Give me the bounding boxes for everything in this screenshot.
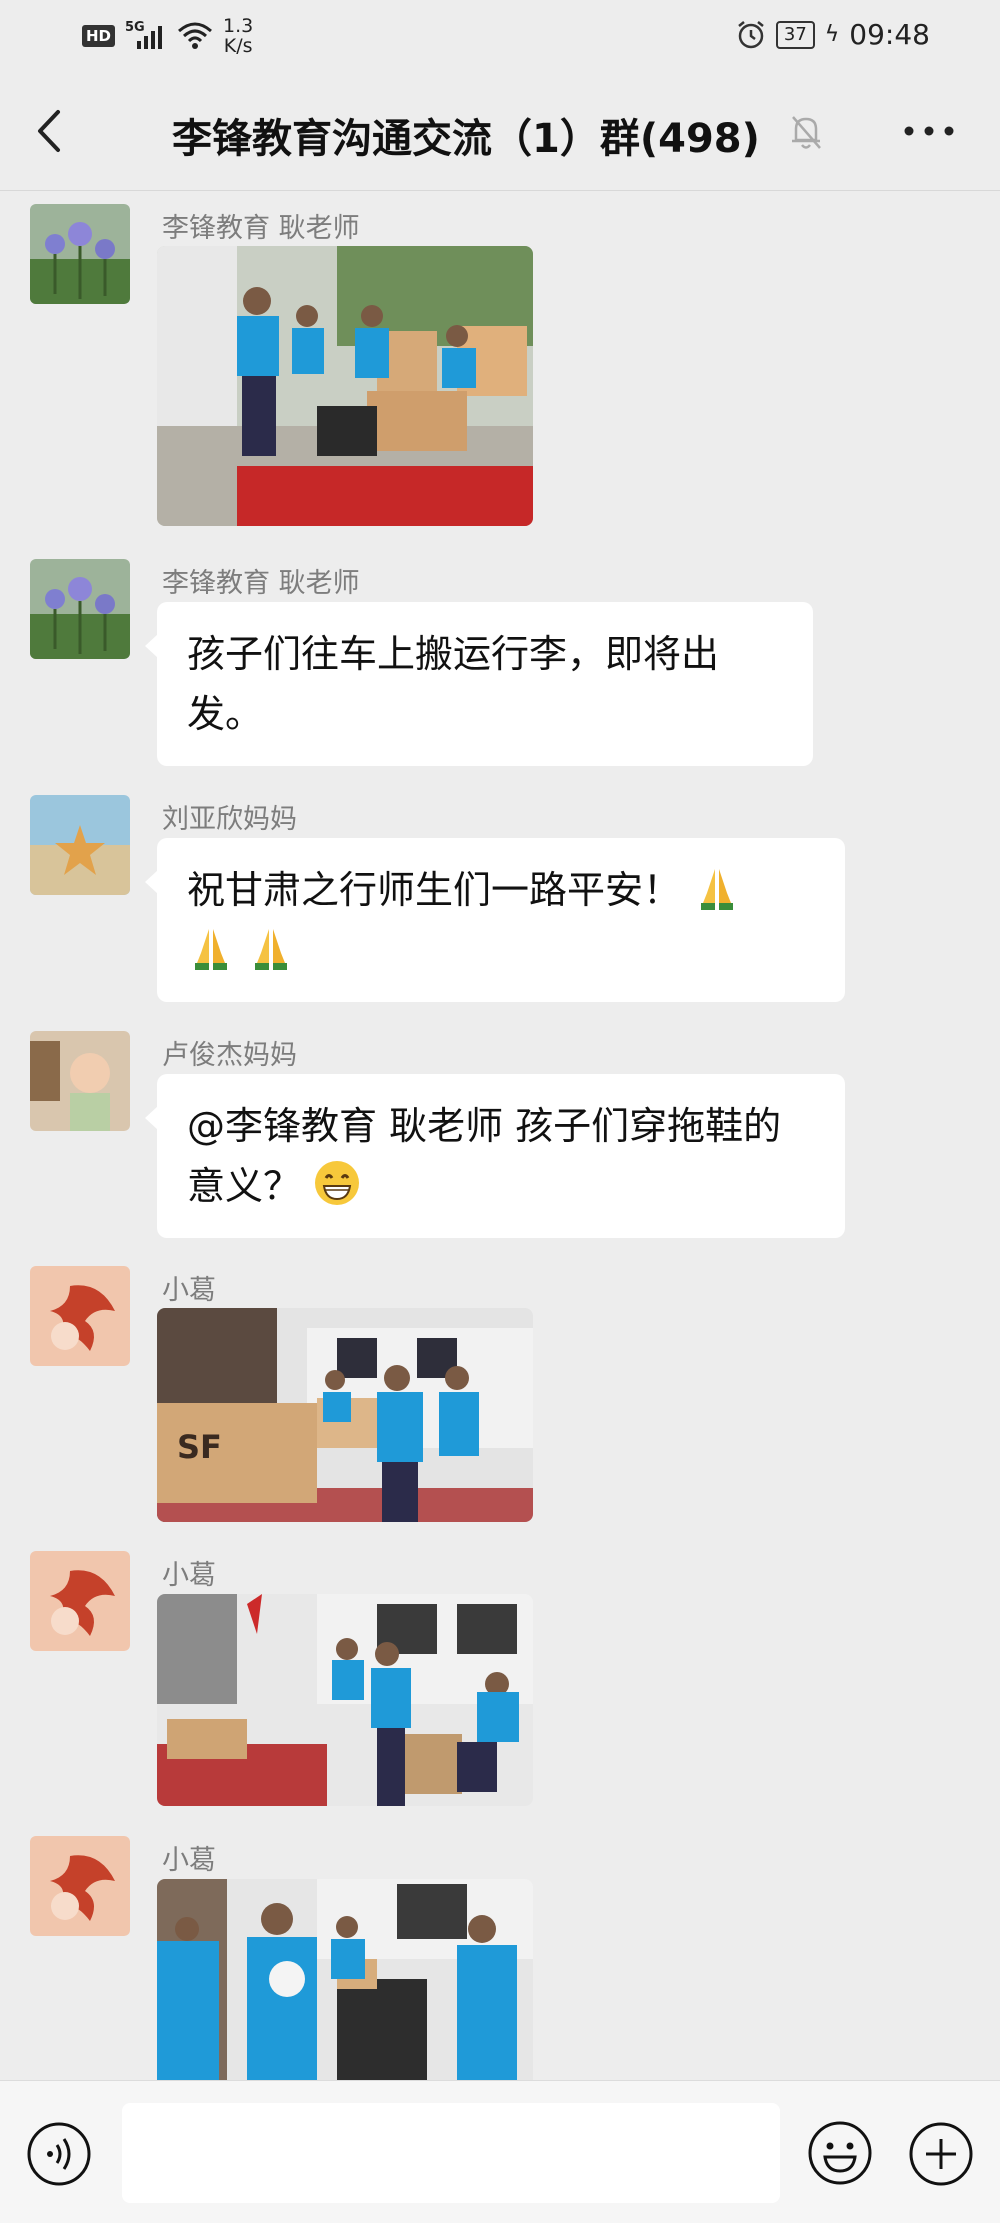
pray-emoji-icon (701, 869, 734, 910)
message-image[interactable] (157, 1879, 533, 2080)
message-bubble[interactable]: 祝甘肃之行师生们一路平安！ (145, 838, 845, 1002)
avatar[interactable] (30, 1836, 130, 1936)
clock: 09:48 (849, 18, 930, 51)
bell-off-icon (792, 116, 821, 149)
chat-header: 李锋教育沟通交流（1）群(498) (0, 72, 1000, 191)
more-dots-icon[interactable] (902, 124, 956, 138)
chat-title: 李锋教育沟通交流（1）群(498) (172, 116, 760, 162)
avatar[interactable] (30, 1031, 130, 1131)
message-image[interactable] (157, 246, 533, 526)
chevron-left-icon[interactable] (30, 106, 70, 156)
message-text: 孩子们往车上搬运行李，即将出发。 (187, 632, 720, 736)
sender-name: 刘亚欣妈妈 (162, 804, 297, 835)
message-bubble[interactable]: 孩子们往车上搬运行李，即将出发。 (145, 602, 813, 766)
sender-name: 李锋教育 耿老师 (162, 213, 360, 244)
sender-name: 小葛 (162, 1275, 216, 1306)
avatar[interactable] (30, 1266, 130, 1366)
grin-emoji-icon (315, 1161, 360, 1205)
status-bar: HD 5G 1.3 K/s 37 ϟ 09:48 (0, 0, 1000, 72)
svg-text:SF: SF (177, 1428, 222, 1466)
charging-icon: ϟ (824, 22, 840, 47)
emoji-icon[interactable] (806, 2119, 874, 2187)
avatar[interactable] (30, 1551, 130, 1651)
sender-name: 小葛 (162, 1845, 216, 1876)
pray-emoji-icon (195, 929, 227, 970)
sender-name: 卢俊杰妈妈 (162, 1040, 297, 1071)
message-input[interactable] (122, 2103, 780, 2203)
voice-input-icon[interactable] (26, 2121, 92, 2187)
alarm-icon (738, 20, 764, 48)
message-text: 祝甘肃之行师生们一路平安！ (187, 868, 682, 912)
message-image[interactable]: SF (157, 1308, 533, 1522)
hd-badge: HD (82, 25, 116, 47)
message-text: @李锋教育 耿老师 孩子们穿拖鞋的意义？ (187, 1104, 782, 1208)
sender-name: 小葛 (162, 1560, 216, 1591)
signal-icon: 5G (125, 21, 167, 51)
sender-name: 李锋教育 耿老师 (162, 568, 360, 599)
input-bar (0, 2080, 1000, 2223)
message-bubble[interactable]: @李锋教育 耿老师 孩子们穿拖鞋的意义？ (145, 1074, 845, 1238)
avatar[interactable] (30, 559, 130, 659)
message-image[interactable] (157, 1594, 533, 1806)
network-speed: 1.3 K/s (223, 15, 254, 57)
avatar[interactable] (30, 795, 130, 895)
avatar[interactable] (30, 204, 130, 304)
battery-indicator: 37 (775, 20, 815, 49)
wifi-icon (178, 22, 213, 49)
plus-circle-icon[interactable] (908, 2121, 974, 2187)
pray-emoji-icon (255, 929, 288, 970)
